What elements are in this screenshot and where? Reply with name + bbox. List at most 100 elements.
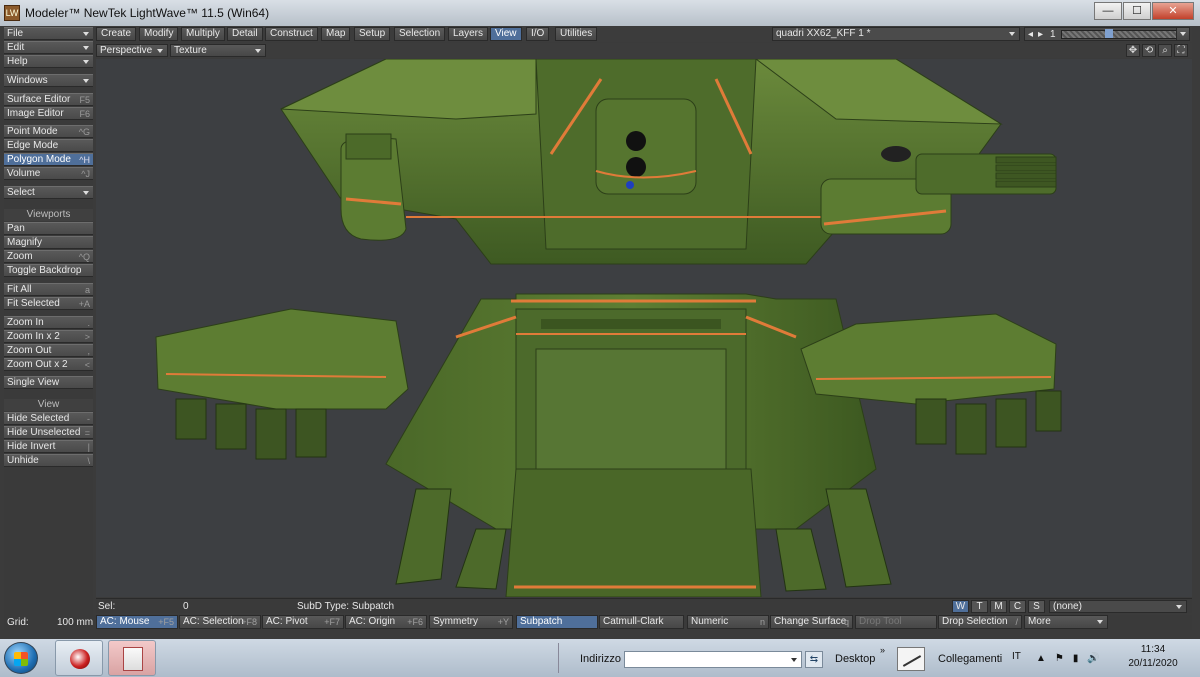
file-menu[interactable]: File [4, 27, 93, 40]
w-button[interactable]: W [952, 600, 969, 613]
tab-multiply[interactable]: Multiply [181, 27, 225, 41]
projection-dropdown[interactable]: Perspective [96, 44, 168, 57]
shortcut-key: . [87, 318, 90, 328]
symmetry-button[interactable]: Symmetry +Y [429, 615, 513, 629]
pan-button[interactable]: Pan [4, 222, 93, 235]
tab-detail[interactable]: Detail [227, 27, 263, 41]
close-button[interactable]: ✕ [1152, 2, 1194, 20]
magnify-button[interactable]: Magnify [4, 236, 93, 249]
drop-tool-button[interactable]: Drop Tool [855, 615, 937, 629]
drop-selection-button[interactable]: Drop Selection / [938, 615, 1022, 629]
maximize-button[interactable]: ☐ [1123, 2, 1151, 20]
s-button[interactable]: S [1028, 600, 1045, 613]
render-mode-dropdown[interactable]: Texture [170, 44, 266, 57]
rotate-view-icon[interactable]: ⟲ [1142, 44, 1156, 57]
zoom-in-x2-button[interactable]: Zoom In x 2 > [4, 330, 93, 343]
button-label: Zoom In x 2 [7, 331, 60, 342]
surface-editor-button[interactable]: Surface Editor F5 [4, 93, 93, 106]
address-input[interactable] [624, 651, 802, 668]
edge-mode-button[interactable]: Edge Mode [4, 139, 93, 152]
volume-button[interactable]: Volume ^J [4, 167, 93, 180]
shortcut-key: +A [78, 299, 90, 309]
tab-view[interactable]: View [490, 27, 522, 41]
chevron-right-icon[interactable]: » [880, 645, 885, 655]
ac-pivot-button[interactable]: AC: Pivot +F7 [262, 615, 344, 629]
subd-type-label: SubD Type: Subpatch [297, 601, 395, 612]
layer-menu-button[interactable] [1176, 27, 1190, 41]
notepad-icon[interactable] [897, 647, 925, 671]
unhide-button[interactable]: Unhide \ [4, 454, 93, 467]
language-indicator[interactable]: IT [1012, 651, 1021, 662]
start-button[interactable] [4, 642, 38, 674]
minimize-button[interactable]: — [1094, 2, 1122, 20]
button-label: Unhide [7, 455, 39, 466]
tab-io[interactable]: I/O [526, 27, 550, 41]
hide-invert-button[interactable]: Hide Invert | [4, 440, 93, 453]
network-icon[interactable]: ▮ [1073, 653, 1079, 664]
image-editor-button[interactable]: Image Editor F6 [4, 107, 93, 120]
ac-origin-button[interactable]: AC: Origin +F6 [345, 615, 427, 629]
windows-menu[interactable]: Windows [4, 74, 93, 87]
zoom-out-button[interactable]: Zoom Out, [4, 344, 93, 357]
tab-create[interactable]: Create [96, 27, 137, 41]
taskbar-app-lightwave[interactable] [108, 640, 156, 676]
layer-next-icon[interactable]: ▸ [1038, 29, 1043, 40]
perspective-viewport[interactable] [96, 59, 1192, 597]
zoom-button[interactable]: Zoom ^Q [4, 250, 93, 263]
tab-map[interactable]: Map [321, 27, 351, 41]
ac-mouse-button[interactable]: AC: Mouse +F5 [96, 615, 178, 629]
hide-unselected-button[interactable]: Hide Unselected = [4, 426, 93, 439]
desktop-toolbar-label[interactable]: Desktop [835, 653, 875, 665]
lightwave-app-icon[interactable]: LW [4, 5, 20, 21]
point-mode-button[interactable]: Point Mode ^G [4, 125, 93, 138]
object-selector[interactable]: quadri XX62_KFF 1 * [772, 27, 1020, 41]
layer-cell-active[interactable] [1105, 29, 1113, 38]
select-menu[interactable]: Select [4, 186, 93, 199]
fit-selected-button[interactable]: Fit Selected +A [4, 297, 93, 310]
tool-tab-bar: Create Modify Multiply Detail Construct … [96, 27, 1192, 42]
layer-cells[interactable] [1061, 30, 1179, 39]
tab-layers[interactable]: Layers [448, 27, 489, 41]
change-surface-button[interactable]: Change Surface q [770, 615, 853, 629]
show-hidden-icons-icon[interactable]: ▲ [1036, 653, 1046, 664]
toolbar-grip[interactable] [558, 643, 568, 673]
tab-selection[interactable]: Selection [394, 27, 446, 41]
chevron-down-icon[interactable] [791, 658, 797, 662]
maximize-view-icon[interactable]: ⛶ [1174, 44, 1188, 57]
button-label: Hide Selected [7, 413, 70, 424]
help-menu[interactable]: Help [4, 55, 93, 68]
polygon-mode-button[interactable]: Polygon Mode ^H [4, 153, 93, 166]
volume-icon[interactable]: 🔊 [1087, 653, 1099, 664]
c-button[interactable]: C [1009, 600, 1026, 613]
action-center-flag-icon[interactable]: ⚑ [1055, 653, 1064, 664]
zoom-in-button[interactable]: Zoom In. [4, 316, 93, 329]
layer-prev-icon[interactable]: ◂ [1028, 29, 1033, 40]
more-menu[interactable]: More [1024, 615, 1108, 629]
catmull-clark-button[interactable]: Catmull-Clark [599, 615, 684, 629]
zoom-view-icon[interactable]: ⌕ [1158, 44, 1172, 57]
ac-selection-button[interactable]: AC: Selection +F8 [179, 615, 261, 629]
tab-setup[interactable]: Setup [354, 27, 391, 41]
toggle-backdrop-button[interactable]: Toggle Backdrop [4, 264, 93, 277]
tab-utilities[interactable]: Utilities [555, 27, 598, 41]
subpatch-button[interactable]: Subpatch [516, 615, 598, 629]
go-arrow-icon[interactable]: ⇆ [805, 651, 823, 668]
t-button[interactable]: T [971, 600, 988, 613]
clock[interactable]: 11:34 20/11/2020 [1126, 643, 1180, 671]
tab-construct[interactable]: Construct [265, 27, 318, 41]
numeric-button[interactable]: Numeric n [687, 615, 769, 629]
taskbar-app-chrome[interactable] [55, 640, 103, 676]
edit-menu[interactable]: Edit [4, 41, 93, 54]
move-view-icon[interactable]: ✥ [1126, 44, 1140, 57]
m-button[interactable]: M [990, 600, 1007, 613]
button-label: Zoom Out x 2 [7, 359, 68, 370]
zoom-out-x2-button[interactable]: Zoom Out x 2 < [4, 358, 93, 371]
hide-selected-button[interactable]: Hide Selected - [4, 412, 93, 425]
layer-selector[interactable]: ◂ ▸ 1 [1024, 27, 1184, 41]
links-toolbar-label[interactable]: Collegamenti [938, 653, 1002, 665]
tab-modify[interactable]: Modify [139, 27, 179, 41]
single-view-button[interactable]: Single View [4, 376, 93, 389]
fit-all-button[interactable]: Fit All a [4, 283, 93, 296]
windows-menu-label: Windows [7, 75, 48, 86]
surface-dropdown[interactable]: (none) [1049, 600, 1187, 613]
